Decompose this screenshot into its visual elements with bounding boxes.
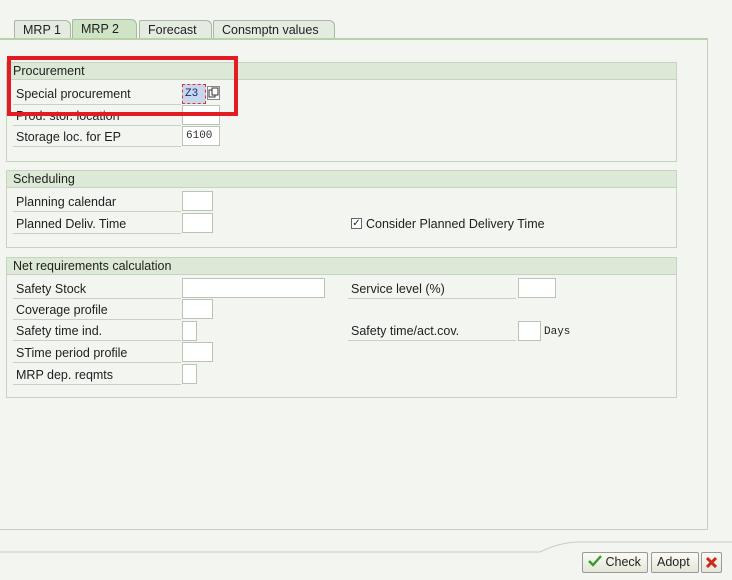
planned-deliv-time-field[interactable] xyxy=(182,213,213,233)
safety-time-act-cov-label: Safety time/act.cov. xyxy=(351,324,460,338)
storage-loc-ep-label: Storage loc. for EP xyxy=(16,130,121,144)
coverage-profile-label: Coverage profile xyxy=(16,303,108,317)
safety-time-act-cov-field[interactable] xyxy=(518,321,541,341)
tab-label: MRP 2 xyxy=(81,22,119,36)
tab-consmptn-values[interactable]: Consmptn values xyxy=(213,20,335,39)
divider xyxy=(13,340,181,341)
stime-period-profile-label: STime period profile xyxy=(16,346,128,360)
coverage-profile-field[interactable] xyxy=(182,299,213,319)
days-unit-label: Days xyxy=(544,326,571,338)
divider xyxy=(13,125,181,126)
safety-stock-field[interactable] xyxy=(182,278,325,298)
tab-mrp-2[interactable]: MRP 2 xyxy=(72,19,137,40)
planning-calendar-label: Planning calendar xyxy=(16,195,117,209)
divider xyxy=(13,319,181,320)
mrp-dep-reqmts-label: MRP dep. reqmts xyxy=(16,368,114,382)
tab-mrp-1[interactable]: MRP 1 xyxy=(14,20,71,39)
divider xyxy=(13,233,181,234)
tab-forecast[interactable]: Forecast xyxy=(139,20,212,39)
divider xyxy=(13,362,181,363)
close-icon xyxy=(705,556,718,569)
planned-deliv-time-label: Planned Deliv. Time xyxy=(16,217,127,231)
cancel-button[interactable] xyxy=(701,552,722,573)
tab-label: Forecast xyxy=(148,23,197,37)
safety-time-ind-field[interactable] xyxy=(182,321,197,341)
mrp-dep-reqmts-field[interactable] xyxy=(182,364,197,384)
divider xyxy=(13,146,181,147)
tab-label: Consmptn values xyxy=(222,23,319,37)
divider xyxy=(13,298,181,299)
storage-loc-ep-field[interactable]: 6100 xyxy=(182,126,220,146)
highlight-box xyxy=(7,56,238,116)
stime-period-profile-field[interactable] xyxy=(182,342,213,362)
consider-planned-delivery-checkbox[interactable]: ✓ xyxy=(351,218,362,229)
divider xyxy=(13,211,181,212)
scheduling-title: Scheduling xyxy=(7,171,676,188)
service-level-label: Service level (%) xyxy=(351,282,445,296)
divider xyxy=(348,340,516,341)
check-icon xyxy=(588,555,602,567)
adopt-button-label: Adopt xyxy=(657,555,690,569)
consider-planned-delivery-label: Consider Planned Delivery Time xyxy=(366,217,545,231)
net-requirements-title: Net requirements calculation xyxy=(7,258,676,275)
divider xyxy=(348,298,516,299)
planning-calendar-field[interactable] xyxy=(182,191,213,211)
adopt-button[interactable]: Adopt xyxy=(651,552,699,573)
check-button[interactable]: Check xyxy=(582,552,648,573)
divider xyxy=(13,384,181,385)
check-button-label: Check xyxy=(605,555,641,569)
safety-time-ind-label: Safety time ind. xyxy=(16,324,103,338)
safety-stock-label: Safety Stock xyxy=(16,282,87,296)
tab-label: MRP 1 xyxy=(23,23,61,37)
service-level-field[interactable] xyxy=(518,278,556,298)
